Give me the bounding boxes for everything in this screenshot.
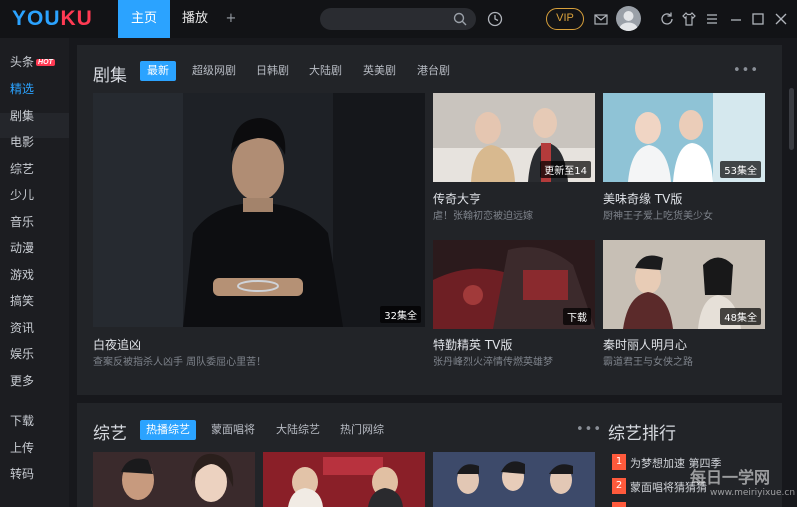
sidebar-item-download[interactable]: 下载 — [10, 412, 34, 429]
sidebar-item-series[interactable]: 剧集 — [10, 107, 34, 124]
variety-thumbnail[interactable] — [263, 452, 425, 507]
sidebar-item-games[interactable]: 游戏 — [10, 266, 34, 283]
variety-poster-image — [433, 452, 595, 507]
sidebar-item-movies[interactable]: 电影 — [10, 133, 34, 150]
watermark-text: 每日一学网 — [690, 468, 771, 487]
filter-latest[interactable]: 最新 — [140, 61, 176, 81]
drama-more-button[interactable]: ••• — [733, 63, 759, 78]
rank-number: 1 — [612, 454, 626, 470]
card-badge: 53集全 — [720, 161, 761, 178]
filter-mainland-variety[interactable]: 大陆综艺 — [276, 420, 320, 440]
avatar[interactable] — [616, 6, 641, 31]
section-title-variety: 综艺 — [93, 424, 127, 444]
user-icon — [619, 11, 638, 31]
youku-logo[interactable]: YOUKU — [12, 7, 93, 31]
featured-title[interactable]: 白夜追凶 — [93, 336, 141, 353]
featured-thumbnail[interactable]: 32集全 — [93, 93, 425, 327]
card-title[interactable]: 秦时丽人明月心 — [603, 336, 687, 353]
vip-button[interactable]: VIP — [546, 8, 584, 30]
card-subtitle: 厨神王子爱上吃货美少女 — [603, 211, 713, 222]
card-subtitle: 霸道君王与女侠之路 — [603, 357, 693, 368]
filter-us-uk-drama[interactable]: 英美剧 — [363, 61, 396, 81]
sidebar-item-music[interactable]: 音乐 — [10, 213, 34, 230]
sidebar-item-funny[interactable]: 搞笑 — [10, 292, 34, 309]
top-bar: YOUKU 主页 播放 + VIP — [0, 0, 797, 38]
card-badge: 48集全 — [720, 308, 761, 325]
minimize-icon[interactable] — [727, 10, 745, 28]
maximize-icon[interactable] — [749, 10, 767, 28]
sidebar-item-news[interactable]: 资讯 — [10, 319, 34, 336]
add-tab-button[interactable]: + — [222, 0, 240, 38]
logo-text: YOU — [12, 7, 61, 30]
sidebar-item-headlines[interactable]: 头条 HOT — [10, 53, 55, 70]
filter-super-web-drama[interactable]: 超级网剧 — [192, 61, 236, 81]
refresh-icon[interactable] — [658, 10, 676, 28]
variety-poster-image — [263, 452, 425, 507]
featured-poster-image — [93, 93, 425, 327]
skin-icon[interactable] — [680, 10, 698, 28]
filter-mainland-drama[interactable]: 大陆剧 — [309, 61, 342, 81]
variety-poster-image — [93, 452, 255, 507]
filter-hot-web-variety[interactable]: 热门网综 — [340, 420, 384, 440]
sidebar-item-anime[interactable]: 动漫 — [10, 239, 34, 256]
scrollbar[interactable] — [789, 88, 794, 150]
variety-thumbnail[interactable] — [93, 452, 255, 507]
tab-play[interactable]: 播放 — [172, 0, 218, 38]
variety-more-button[interactable]: ••• — [576, 422, 602, 437]
card-title[interactable]: 传奇大亨 — [433, 190, 481, 207]
card-badge: 更新至14 — [540, 161, 591, 178]
card-title[interactable]: 特勤精英 TV版 — [433, 336, 512, 353]
section-title-drama: 剧集 — [93, 66, 127, 86]
variety-thumbnail[interactable] — [433, 452, 595, 507]
mail-icon[interactable] — [592, 10, 610, 28]
card-thumbnail[interactable]: 更新至14 — [433, 93, 595, 182]
filter-masked-singer[interactable]: 蒙面唱将 — [211, 420, 255, 440]
rank-number: 2 — [612, 478, 626, 494]
search-icon[interactable] — [453, 12, 467, 26]
search-input[interactable] — [320, 8, 476, 30]
sidebar: 头条 HOT 精选 剧集 电影 综艺 少儿 音乐 动漫 游戏 搞笑 资讯 娱乐 更… — [0, 38, 69, 507]
featured-subtitle: 查案反被指杀人凶手 周队委屈心里苦！ — [93, 357, 267, 368]
card-thumbnail[interactable]: 48集全 — [603, 240, 765, 329]
close-icon[interactable] — [772, 10, 790, 28]
sidebar-item-variety[interactable]: 综艺 — [10, 160, 34, 177]
sidebar-item-upload[interactable]: 上传 — [10, 439, 34, 456]
rank-number — [612, 502, 626, 507]
menu-icon[interactable] — [703, 10, 721, 28]
card-thumbnail[interactable]: 下载 — [433, 240, 595, 329]
history-icon[interactable] — [486, 10, 504, 28]
sidebar-item-entertainment[interactable]: 娱乐 — [10, 345, 34, 362]
logo-accent: KU — [60, 7, 93, 30]
sidebar-item-transcode[interactable]: 转码 — [10, 465, 34, 482]
ranking-title: 综艺排行 — [608, 424, 676, 444]
card-subtitle: 张丹峰烈火淬情传燃英雄梦 — [433, 357, 553, 368]
card-subtitle: 虐！张翰初恋被迫远嫁 — [433, 211, 533, 222]
card-badge: 下载 — [563, 308, 591, 325]
sidebar-item-kids[interactable]: 少儿 — [10, 186, 34, 203]
hot-badge: HOT — [36, 59, 55, 66]
sidebar-item-featured[interactable]: 精选 — [10, 80, 34, 97]
sidebar-item-more[interactable]: 更多 — [10, 372, 34, 389]
tab-home[interactable]: 主页 — [118, 0, 170, 38]
featured-badge: 32集全 — [380, 306, 421, 323]
filter-hot-variety[interactable]: 热播综艺 — [140, 420, 196, 440]
filter-jp-kr-drama[interactable]: 日韩剧 — [256, 61, 289, 81]
filter-hk-tw-drama[interactable]: 港台剧 — [417, 61, 450, 81]
card-thumbnail[interactable]: 53集全 — [603, 93, 765, 182]
card-title[interactable]: 美味奇缘 TV版 — [603, 190, 682, 207]
watermark-url: www.meiriyixue.cn — [710, 488, 796, 498]
sidebar-item-label: 头条 — [10, 55, 35, 69]
